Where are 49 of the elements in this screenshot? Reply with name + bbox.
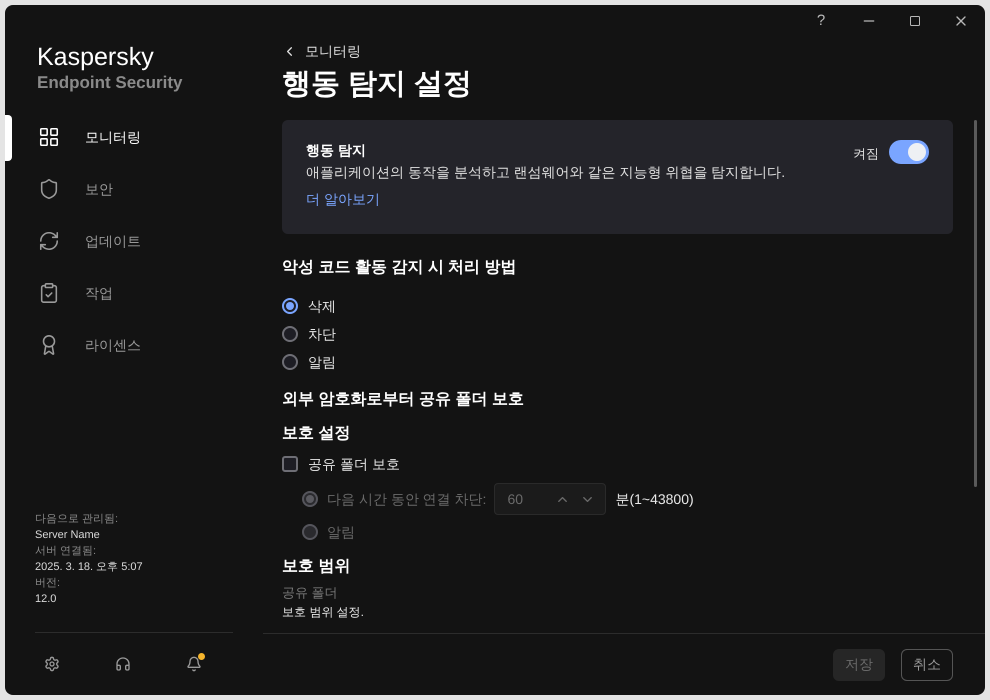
card-description: 애플리케이션의 동작을 분석하고 랜섬웨어와 같은 지능형 위협을 탐지합니다. [306, 163, 786, 182]
toggle-label: 켜짐 [853, 145, 879, 163]
info-label: 버전: [35, 576, 62, 591]
scrollbar[interactable] [974, 120, 977, 487]
info-label: 다음으로 관리됨: [35, 512, 120, 527]
notification-bell-icon[interactable] [186, 656, 202, 672]
nav-item[interactable]: 모니터링 [5, 111, 263, 163]
toggle-switch[interactable] [889, 140, 929, 164]
section-heading: 악성 코드 활동 감지 시 처리 방법 [282, 258, 518, 278]
nav-item[interactable]: 업데이트 [5, 215, 263, 267]
option-label: 삭제 [308, 296, 336, 316]
field-label: 공유 폴더 [282, 585, 339, 601]
learn-more-link[interactable]: 더 알아보기 [306, 189, 786, 210]
settings-icon[interactable] [44, 656, 60, 672]
nav-item[interactable]: 작업 [5, 267, 263, 319]
section-heading: 외부 암호화로부터 공유 폴더 보호 [282, 390, 525, 410]
product-edition: Endpoint Security [37, 73, 184, 93]
card-title: 행동 탐지 [306, 141, 367, 160]
radio-button[interactable] [282, 326, 298, 342]
grid-icon [38, 126, 60, 148]
radio-button[interactable] [282, 354, 298, 370]
back-link[interactable]: 모니터링 [282, 41, 985, 62]
radio-button[interactable] [282, 298, 298, 314]
product-name: Kaspersky [37, 42, 155, 73]
nav-item[interactable]: 라이센스 [5, 319, 263, 371]
checkbox[interactable] [282, 456, 298, 472]
info-value: 2025. 3. 18. 오후 5:07 [35, 560, 144, 575]
info-value: Server Name [35, 528, 101, 543]
headset-icon[interactable] [115, 656, 131, 672]
section-heading: 보호 범위 [282, 557, 352, 577]
active-indicator [5, 115, 12, 161]
maximize-icon[interactable] [909, 15, 921, 27]
checkbox-label: 공유 폴더 보호 [308, 454, 400, 474]
page-title: 행동 탐지 설정 [282, 67, 474, 102]
info-value: 12.0 [35, 592, 58, 607]
scope-settings-link[interactable]: 보호 범위 설정. [282, 604, 364, 620]
shield-icon [38, 178, 60, 200]
subsection-heading: 보호 설정 [282, 424, 352, 444]
unit-label: 분(1~43800) [615, 490, 694, 509]
info-label: 서버 연결됨: [35, 544, 98, 559]
option-label: 알림 [327, 522, 355, 542]
cancel-button[interactable]: 취소 [901, 648, 953, 680]
sync-icon [38, 230, 60, 252]
option-label: 차단 [308, 324, 336, 344]
option-label: 알림 [308, 352, 336, 372]
nav-item[interactable]: 보안 [5, 163, 263, 215]
clipboard-icon [38, 282, 60, 304]
help-button[interactable]: ? [797, 10, 845, 32]
option-label: 다음 시간 동안 연결 차단: [327, 490, 486, 508]
